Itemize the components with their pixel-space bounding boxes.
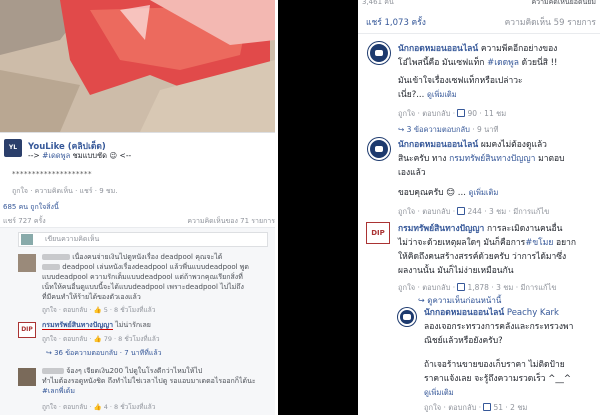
see-more-link[interactable]: ดูเพิ่มเติม [424, 388, 454, 397]
reply-item: นักกอดหมอนออนไลน์ Peachy Kark ลองเจอกระท… [358, 308, 600, 414]
post-text: --> #เดดพูล ชมแบบชัด 😉 <-- [28, 151, 132, 160]
hashtag-link[interactable]: #เดดพูล [487, 58, 519, 68]
avatar[interactable] [368, 138, 390, 160]
dip-logo[interactable]: DIP [18, 322, 36, 338]
avatar[interactable] [398, 308, 416, 326]
comment-count[interactable]: ความคิดเห็น 59 รายการ [505, 12, 596, 34]
hashtag-link[interactable]: #ขโมย [525, 238, 553, 248]
like-icon [457, 207, 466, 215]
avatar[interactable] [18, 368, 36, 386]
post-stars: ******************** [12, 170, 92, 178]
page-avatar[interactable]: YL [4, 139, 22, 157]
comment-item: DIP กรมทรัพย์สินทางปัญญา ไม่น่ารักเลย ถู… [18, 320, 270, 344]
view-replies-link[interactable]: ↪ 36 ข้อความตอบกลับ · 7 นาทีที่แล้ว [46, 348, 162, 359]
comment-meta[interactable]: ถูกใจ · ตอบกลับ · 244 · 3 ชม · มีการแก้ไ… [398, 206, 549, 218]
comment-meta[interactable]: ถูกใจ · ตอบกลับ · 1,878 · 3 ชม · มีการแก… [398, 282, 556, 294]
comment-item: นักกอดหมอนออนไลน์ ผมคงไม่ต้องดูแล้ว สินะ… [358, 138, 600, 222]
comment-text: จ้องๆ เจียดเงิน200 ไปดูในโรงดีกว่าไหมให้… [42, 367, 256, 395]
view-replies-link[interactable]: ↪ 3 ข้อความตอบกลับ · 9 นาที [398, 124, 498, 136]
comment-meta[interactable]: ถูกใจ · ตอบกลับ · 👍 79 · 8 ชั่วโมงที่แล้… [42, 334, 160, 344]
post-stats: แชร์ 1,073 ครั้ง ความคิดเห็น 59 รายการ [358, 12, 600, 34]
comment-meta[interactable]: ถูกใจ · ตอบกลับ · 👍 5 · 8 ชั่วโมงที่แล้ว [42, 305, 155, 315]
divider-bar [278, 0, 358, 415]
comic-post-image[interactable] [0, 0, 275, 132]
share-count[interactable]: แชร์ 727 ครั้ง [3, 217, 46, 225]
avatar[interactable] [18, 254, 36, 272]
commenter-name[interactable]: นักกอดหมอนออนไลน์ [398, 44, 478, 54]
post-actions[interactable]: ถูกใจ · ความคิดเห็น · แชร์ · 9 ชม. [12, 186, 118, 197]
like-icon [483, 403, 492, 411]
reply-to-name[interactable]: Peachy Kark [507, 308, 559, 318]
comment-meta[interactable]: ถูกใจ · ตอบกลับ · 👍 4 · 8 ชั่วโมงที่แล้ว [42, 402, 155, 412]
avatar[interactable] [368, 42, 390, 64]
avatar [21, 234, 33, 245]
top-strip: 3,461 คน ความคิดเห็นยอดนิยม [358, 0, 600, 12]
comment-text: กรมทรัพย์สินทางปัญญา ไม่น่ารักเลย [42, 321, 151, 330]
see-more-link[interactable]: ดูเพิ่มเติม [427, 90, 457, 99]
like-icon [457, 109, 466, 117]
likes-summary[interactable]: 685 คน ถูกใจสิ่งนี้ [0, 200, 275, 214]
right-screenshot-panel: 3,461 คน ความคิดเห็นยอดนิยม แชร์ 1,073 ค… [358, 0, 600, 415]
commenter-name[interactable]: กรมทรัพย์สินทางปัญญา [398, 224, 484, 234]
comment-meta[interactable]: ถูกใจ · ตอบกลับ · 51 · 2 ชม [424, 402, 527, 414]
comment-item: นักกอดหมอนออนไลน์ ความพีคอีกอย่างของ โอ๋… [358, 42, 600, 142]
see-more-link[interactable]: ดูเพิ่มเติม [469, 188, 499, 197]
comment-item: DIP กรมทรัพย์สินทางปัญญา การละเมิดงานคนอ… [358, 222, 600, 292]
comment-text: นักกอดหมอนออนไลน์ ความพีคอีกอย่างของ โอ๋… [398, 44, 558, 68]
comment-text: มันเข้าใจเรื่องเซฟแท็กหรือเปล่าวะ เนี่ย?… [398, 76, 523, 100]
comment-text: นักกอดหมอนออนไลน์ Peachy Kark ลองเจอกระท… [424, 308, 574, 346]
comment-text: กรมทรัพย์สินทางปัญญา การละเมิดงานคนอื่น … [398, 224, 577, 276]
dip-logo[interactable]: DIP [366, 222, 390, 244]
hashtag-link[interactable]: #เดดพูล [42, 151, 70, 160]
share-count[interactable]: แชร์ 1,073 ครั้ง [366, 12, 426, 34]
shares-summary: แชร์ 727 ครั้ง ความคิดเห็นของ 71 รายการ [0, 214, 275, 228]
comment-item: เนื่องคนจ่ายเงินไปดูหนังเรื่อง deadpool … [18, 252, 270, 315]
commenter-name[interactable]: นักกอดหมอนออนไลน์ [424, 308, 504, 318]
commenter-name[interactable]: กรมทรัพย์สินทางปัญญา [42, 321, 114, 330]
left-screenshot-panel: YL YouLike (คลิปเด็ด) --> #เดดพูล ชมแบบช… [0, 0, 275, 415]
comment-item: จ้องๆ เจียดเงิน200 ไปดูในโรงดีกว่าไหมให้… [18, 366, 270, 414]
comment-meta[interactable]: ถูกใจ · ตอบกลับ · 90 · 11 ชม [398, 108, 506, 120]
like-icon [457, 283, 466, 291]
comment-input[interactable]: เขียนความคิดเห็น [18, 232, 268, 247]
sort-top-comments[interactable]: ความคิดเห็นยอดนิยม [531, 0, 596, 8]
comic-art [0, 0, 275, 132]
comment-text: ถ้าเจอร้านขายของเก็บราคา ไม่ติดป้าย ราคา… [424, 360, 571, 397]
mention-link[interactable]: กรมทรัพย์สินทางปัญญา [449, 154, 535, 164]
commenter-name[interactable]: นักกอดหมอนออนไลน์ [398, 140, 478, 150]
comment-text: เนื่องคนจ่ายเงินไปดูหนังเรื่อง deadpool … [42, 253, 249, 301]
comment-text: ขอบคุณครับ 😊 ... ดูเพิ่มเติม [398, 188, 499, 198]
comment-text: นักกอดหมอนออนไลน์ ผมคงไม่ต้องดูแล้ว สินะ… [398, 140, 565, 178]
comment-count[interactable]: ความคิดเห็นของ 71 รายการ [187, 214, 275, 228]
